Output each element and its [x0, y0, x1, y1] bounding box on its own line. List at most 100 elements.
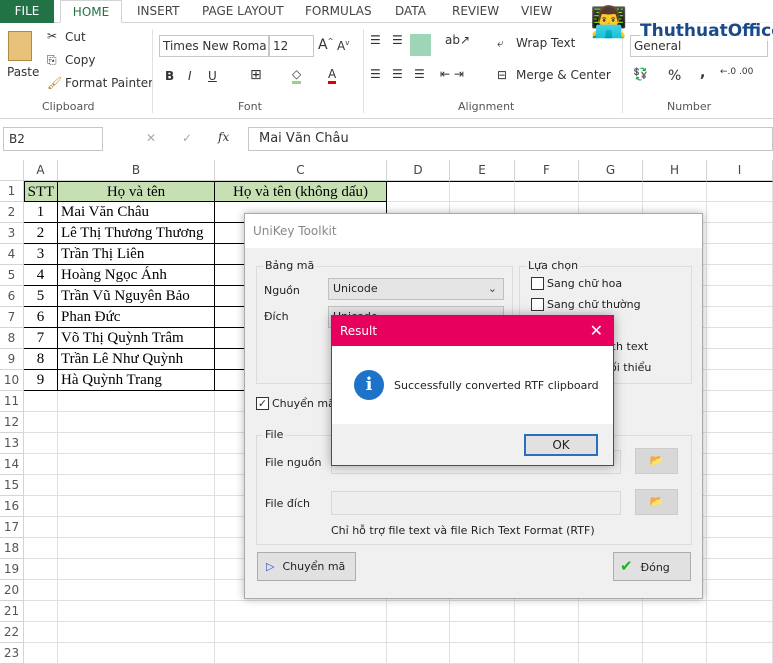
name-box[interactable]: B2 [3, 127, 103, 151]
cell[interactable] [24, 517, 58, 538]
cell[interactable] [24, 412, 58, 433]
borders-icon[interactable]: ⊞ [250, 67, 262, 83]
cell[interactable] [24, 433, 58, 454]
copy-button[interactable]: Copy [65, 53, 95, 67]
row-header[interactable]: 22 [0, 622, 24, 643]
column-header[interactable]: F [515, 160, 579, 181]
upper-checkbox[interactable] [531, 277, 544, 290]
orientation-icon[interactable]: ab↗ [445, 33, 470, 47]
cell[interactable] [450, 622, 515, 643]
close-button[interactable]: ✔ Đóng [613, 552, 691, 581]
cell[interactable] [24, 559, 58, 580]
tab-formulas[interactable]: FORMULAS [305, 0, 372, 23]
cell[interactable] [707, 391, 773, 412]
cell[interactable] [707, 265, 773, 286]
bold-button[interactable]: B [165, 69, 174, 83]
cell[interactable] [707, 454, 773, 475]
enter-icon[interactable]: ✓ [182, 131, 192, 145]
cell[interactable] [24, 580, 58, 601]
cell[interactable] [707, 202, 773, 223]
cell[interactable] [24, 454, 58, 475]
formula-input[interactable]: Mai Văn Châu [248, 127, 773, 151]
tab-view[interactable]: VIEW [521, 0, 552, 23]
cell[interactable]: Võ Thị Quỳnh Trâm [58, 328, 215, 349]
cell[interactable] [707, 328, 773, 349]
row-header[interactable]: 5 [0, 265, 24, 286]
cell[interactable] [215, 601, 387, 622]
cell[interactable] [707, 538, 773, 559]
cell[interactable] [24, 475, 58, 496]
cell[interactable] [707, 412, 773, 433]
cell[interactable]: 5 [24, 286, 58, 307]
align-top-icon[interactable]: ☰ [370, 33, 381, 47]
column-header[interactable]: E [450, 160, 515, 181]
cell[interactable] [515, 181, 579, 202]
cell[interactable] [579, 601, 643, 622]
row-header[interactable]: 6 [0, 286, 24, 307]
row-header[interactable]: 3 [0, 223, 24, 244]
row-header[interactable]: 17 [0, 517, 24, 538]
copy-icon[interactable]: ⎘ [47, 53, 57, 68]
cell[interactable] [707, 433, 773, 454]
cell[interactable]: STT [24, 181, 58, 202]
cell[interactable] [579, 622, 643, 643]
italic-button[interactable]: I [188, 69, 192, 83]
cell[interactable] [24, 496, 58, 517]
cell[interactable] [643, 622, 707, 643]
align-left-icon[interactable]: ☰ [370, 67, 381, 81]
cell[interactable] [58, 622, 215, 643]
paste-icon[interactable] [8, 31, 32, 61]
align-bottom-icon[interactable] [410, 34, 431, 56]
row-header[interactable]: 16 [0, 496, 24, 517]
row-header[interactable]: 2 [0, 202, 24, 223]
cell[interactable] [24, 391, 58, 412]
cell[interactable]: Trần Lê Như Quỳnh [58, 349, 215, 370]
cell[interactable]: 6 [24, 307, 58, 328]
cell[interactable] [643, 601, 707, 622]
cell[interactable] [387, 181, 450, 202]
cell[interactable]: 3 [24, 244, 58, 265]
cell[interactable]: 2 [24, 223, 58, 244]
column-header[interactable]: D [387, 160, 450, 181]
cell[interactable] [58, 433, 215, 454]
cell[interactable] [24, 622, 58, 643]
cell[interactable]: Mai Văn Châu [58, 202, 215, 223]
cell[interactable] [707, 307, 773, 328]
cell[interactable]: Phan Đức [58, 307, 215, 328]
format-painter-button[interactable]: Format Painter [65, 76, 153, 90]
nguon-select[interactable]: Unicode ⌄ [328, 278, 504, 300]
tab-page-layout[interactable]: PAGE LAYOUT [202, 0, 284, 23]
row-header[interactable]: 13 [0, 433, 24, 454]
row-header[interactable]: 9 [0, 349, 24, 370]
row-header[interactable]: 15 [0, 475, 24, 496]
cell[interactable]: Họ và tên (không dấu) [215, 181, 387, 202]
paste-button[interactable]: Paste [7, 65, 39, 79]
cell[interactable]: Lê Thị Thương Thương [58, 223, 215, 244]
tab-review[interactable]: REVIEW [452, 0, 499, 23]
cell[interactable] [58, 559, 215, 580]
cell[interactable]: 1 [24, 202, 58, 223]
cell[interactable] [515, 622, 579, 643]
cell[interactable] [707, 622, 773, 643]
cell[interactable] [58, 517, 215, 538]
align-right-icon[interactable]: ☰ [414, 67, 425, 81]
cell[interactable] [579, 181, 643, 202]
cell[interactable] [707, 475, 773, 496]
close-icon[interactable]: ✕ [590, 316, 603, 346]
ok-button[interactable]: OK [524, 434, 598, 456]
cell[interactable] [515, 601, 579, 622]
cell[interactable]: 9 [24, 370, 58, 391]
cell[interactable] [707, 181, 773, 202]
cell[interactable] [450, 181, 515, 202]
shrink-font-icon[interactable]: Av [337, 39, 349, 53]
cell[interactable] [707, 517, 773, 538]
cell[interactable] [707, 559, 773, 580]
font-color-icon[interactable]: A [328, 67, 337, 84]
cell[interactable] [387, 622, 450, 643]
cell[interactable] [58, 601, 215, 622]
cut-button[interactable]: Cut [65, 30, 86, 44]
wrap-text-button[interactable]: Wrap Text [516, 36, 575, 50]
column-header[interactable]: I [707, 160, 773, 181]
browse-dich-folder-icon[interactable]: 📂 [635, 489, 678, 515]
font-name-select[interactable]: Times New Roma [159, 35, 269, 57]
